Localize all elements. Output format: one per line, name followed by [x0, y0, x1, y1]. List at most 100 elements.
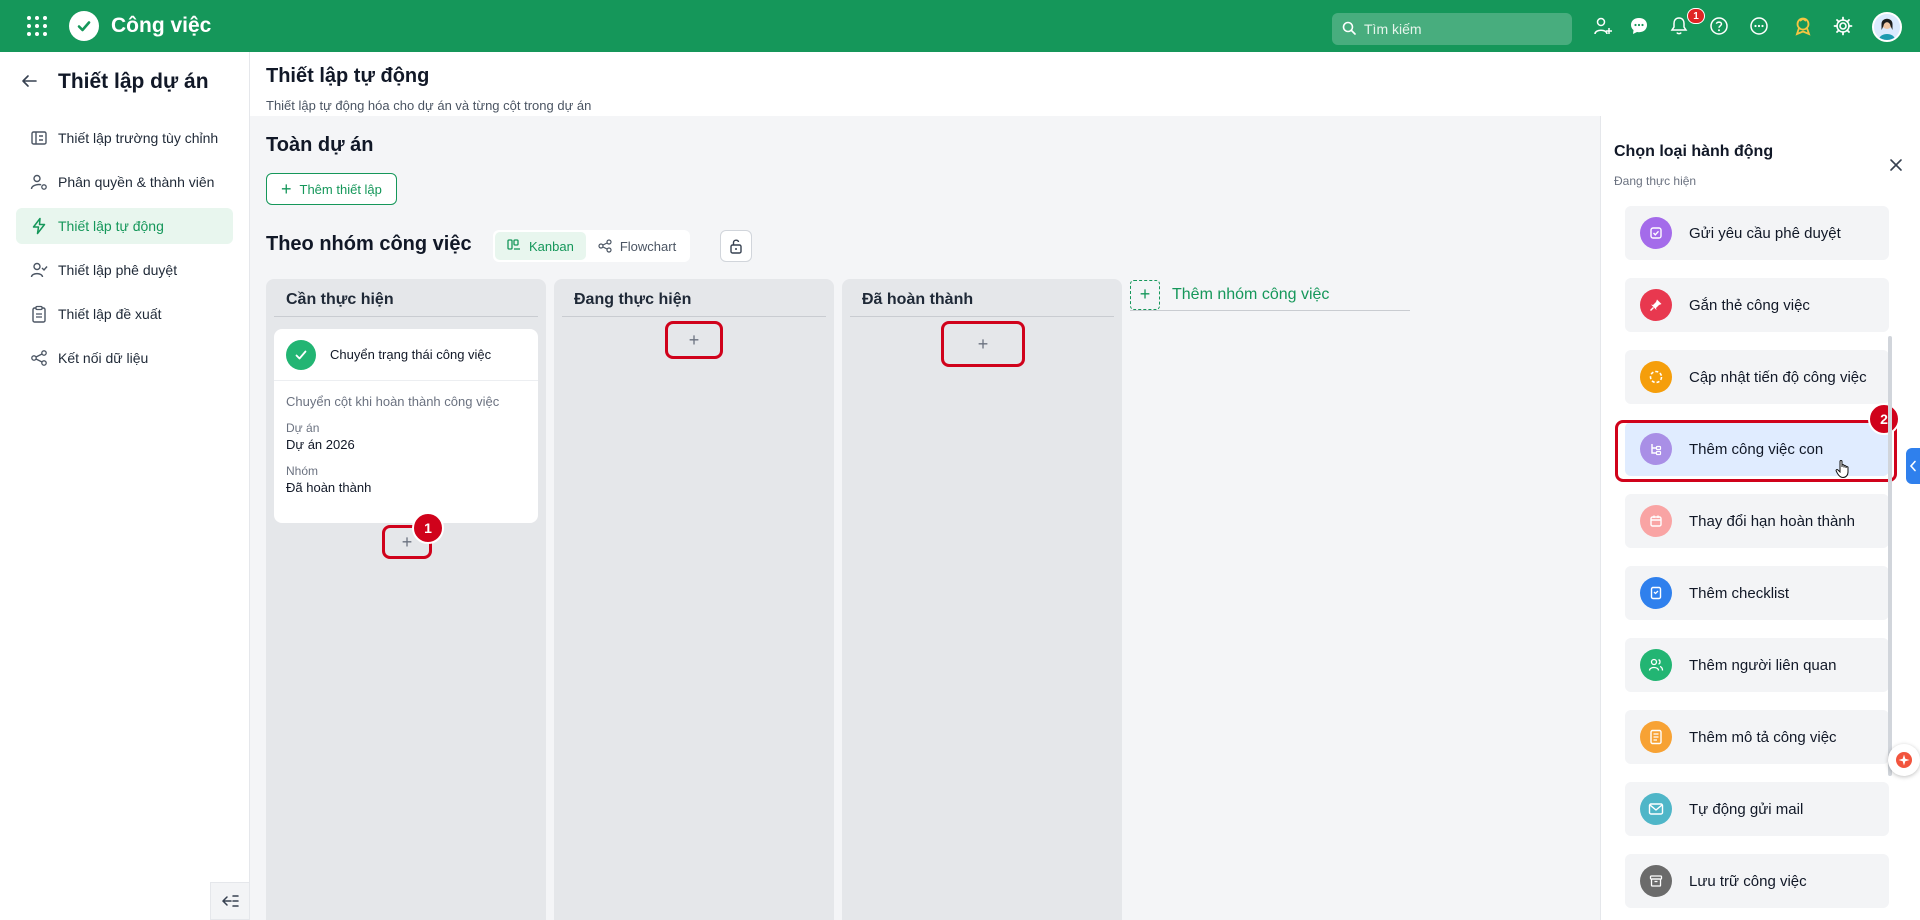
action-change-due-date[interactable]: Thay đổi hạn hoàn thành: [1625, 494, 1889, 548]
more-icon[interactable]: [1748, 15, 1770, 37]
sidebar-item-automation[interactable]: Thiết lập tự động: [16, 208, 233, 244]
share-nodes-icon: [31, 350, 47, 366]
sidebar-item-label: Phân quyền & thành viên: [58, 174, 215, 190]
sidebar-item-data-connect[interactable]: Kết nối dữ liệu: [16, 340, 233, 376]
card-project-label: Dự án: [286, 421, 320, 435]
add-automation-button[interactable]: +: [941, 321, 1025, 367]
sidebar-item-label: Thiết lập phê duyệt: [58, 262, 178, 278]
user-check-icon: [30, 262, 48, 278]
search-box[interactable]: [1332, 13, 1572, 45]
add-automation-button[interactable]: +: [665, 321, 723, 359]
action-label: Cập nhật tiến độ công việc: [1689, 368, 1867, 386]
card-description: Chuyển cột khi hoàn thành công việc: [286, 394, 500, 409]
chevron-left-icon: [1909, 460, 1916, 472]
kanban-icon: [507, 239, 520, 250]
plus-icon: +: [1130, 279, 1160, 310]
archive-icon: [1640, 865, 1672, 897]
view-tabs: Kanban Flowchart: [493, 230, 691, 262]
add-task-group-button[interactable]: + Thêm nhóm công việc: [1130, 279, 1410, 311]
panel-scrollbar[interactable]: [1888, 336, 1892, 776]
sidebar-item-permissions[interactable]: Phân quyền & thành viên: [16, 164, 233, 200]
user-gear-icon: [30, 174, 47, 190]
main-content: Toàn dự án + Thêm thiết lập Theo nhóm cô…: [250, 116, 1600, 920]
app-name: Công việc: [111, 14, 212, 37]
sidebar-item-proposal[interactable]: Thiết lập đề xuất: [16, 296, 233, 332]
kanban-column: Cần thực hiện Chuyển trạng thái công việ…: [266, 279, 546, 920]
kanban-column: Đã hoàn thành +: [842, 279, 1122, 920]
tab-kanban[interactable]: Kanban: [495, 232, 586, 260]
action-send-approval[interactable]: Gửi yêu cầu phê duyệt: [1625, 206, 1889, 260]
action-auto-send-mail[interactable]: Tự động gửi mail: [1625, 782, 1889, 836]
add-task-group-label: Thêm nhóm công việc: [1172, 285, 1330, 303]
gear-icon[interactable]: [1832, 15, 1854, 37]
sidebar-item-custom-fields[interactable]: Thiết lập trường tùy chỉnh: [16, 120, 233, 156]
sidebar-item-label: Thiết lập đề xuất: [58, 306, 162, 322]
sparkle-icon: [1896, 752, 1912, 768]
panel-toggle-tab[interactable]: [1906, 448, 1920, 484]
check-circle-icon: [286, 339, 316, 370]
notification-badge: 1: [1687, 8, 1705, 24]
main-header: Thiết lập tự động Thiết lập tự động hóa …: [250, 52, 1600, 116]
pin-icon: [1640, 289, 1672, 321]
search-input[interactable]: [1364, 21, 1564, 37]
custom-field-icon: [31, 131, 47, 145]
app-grid-icon[interactable]: [27, 16, 47, 36]
action-label: Thêm checklist: [1689, 584, 1790, 602]
ai-assistant-button[interactable]: [1888, 744, 1920, 776]
calendar-icon: [1640, 505, 1672, 537]
help-icon[interactable]: [1708, 15, 1730, 37]
action-type-panel: Chọn loại hành động Đang thực hiện Gửi y…: [1600, 116, 1920, 920]
hand-cursor-icon: [1835, 459, 1851, 482]
plus-icon: +: [281, 179, 292, 199]
whole-project-title: Toàn dự án: [266, 134, 374, 156]
sidebar-item-label: Thiết lập tự động: [58, 218, 164, 234]
card-title: Chuyển trạng thái công việc: [330, 347, 492, 362]
add-user-icon[interactable]: [1592, 15, 1614, 37]
column-title: Cần thực hiện: [286, 291, 394, 308]
action-add-description[interactable]: Thêm mô tả công việc: [1625, 710, 1889, 764]
column-divider: [850, 316, 1114, 317]
lock-button[interactable]: [720, 230, 752, 262]
app-logo[interactable]: [69, 11, 99, 41]
automation-card[interactable]: Chuyển trạng thái công việc Chuyển cột k…: [274, 329, 538, 523]
top-bar: Công việc 1: [0, 0, 1920, 52]
action-update-progress[interactable]: Cập nhật tiến độ công việc: [1625, 350, 1889, 404]
chat-icon[interactable]: [1628, 15, 1650, 37]
action-label: Thay đổi hạn hoàn thành: [1689, 512, 1855, 530]
panel-title: Chọn loại hành động: [1614, 143, 1774, 160]
sidebar-item-approval[interactable]: Thiết lập phê duyệt: [16, 252, 233, 288]
approval-check-icon: [1640, 217, 1672, 249]
sidebar-title: Thiết lập dự án: [58, 70, 209, 93]
action-tag-task[interactable]: Gắn thẻ công việc: [1625, 278, 1889, 332]
card-project-value: Dự án 2026: [286, 437, 355, 452]
card-group-label: Nhóm: [286, 464, 319, 478]
action-add-checklist[interactable]: Thêm checklist: [1625, 566, 1889, 620]
page-subtitle: Thiết lập tự động hóa cho dự án và từng …: [266, 98, 592, 113]
action-label: Thêm mô tả công việc: [1689, 728, 1837, 746]
progress-icon: [1640, 361, 1672, 393]
clipboard-icon: [32, 305, 46, 323]
sidebar-item-label: Kết nối dữ liệu: [58, 350, 149, 366]
sidebar-header: Thiết lập dự án: [0, 52, 249, 112]
tab-flowchart[interactable]: Flowchart: [586, 232, 688, 260]
card-group-value: Đã hoàn thành: [286, 480, 372, 495]
panel-subtitle: Đang thực hiện: [1614, 174, 1697, 188]
column-divider: [274, 316, 538, 317]
award-icon[interactable]: [1792, 15, 1814, 37]
document-icon: [1640, 721, 1672, 753]
add-setting-button[interactable]: + Thêm thiết lập: [266, 173, 397, 205]
kanban-column: Đang thực hiện +: [554, 279, 834, 920]
step-badge: 1: [412, 512, 444, 544]
highlight-outline: [1615, 420, 1897, 482]
action-archive-task[interactable]: Lưu trữ công việc: [1625, 854, 1889, 908]
column-title: Đang thực hiện: [574, 291, 692, 308]
action-add-related-people[interactable]: Thêm người liên quan: [1625, 638, 1889, 692]
collapse-icon: [221, 895, 239, 907]
back-arrow-icon[interactable]: [20, 72, 38, 93]
sidebar-item-label: Thiết lập trường tùy chỉnh: [58, 130, 219, 146]
column-divider: [562, 316, 826, 317]
mail-icon: [1640, 793, 1672, 825]
close-icon[interactable]: [1887, 156, 1905, 174]
user-avatar[interactable]: [1872, 12, 1902, 42]
collapse-sidebar-button[interactable]: [210, 882, 250, 920]
